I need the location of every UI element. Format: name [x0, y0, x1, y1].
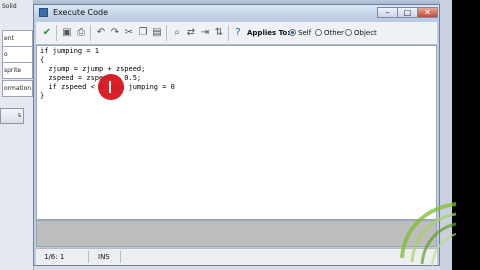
- window-title: Execute Code: [53, 8, 109, 17]
- letterbox-right: [452, 0, 480, 270]
- toolbar-separator: [90, 25, 91, 41]
- background-button[interactable]: s: [0, 108, 24, 124]
- maximize-button[interactable]: □: [397, 7, 418, 18]
- output-pane: [36, 220, 437, 247]
- radio-other-label[interactable]: Other: [324, 27, 344, 39]
- copy-icon[interactable]: ❐: [136, 26, 150, 40]
- radio-self-label[interactable]: Self: [298, 27, 311, 39]
- background-properties-panel: Solid ent o sprite ormation s: [0, 0, 34, 270]
- background-field[interactable]: sprite: [2, 62, 33, 79]
- toolbar-separator: [166, 25, 167, 41]
- background-field[interactable]: ent: [2, 30, 33, 47]
- status-separator: [88, 251, 89, 263]
- redo-icon[interactable]: ↷: [108, 26, 122, 40]
- solid-checkbox-label[interactable]: Solid: [2, 2, 30, 11]
- watermark-logo: [400, 202, 456, 266]
- cursor-position: 1/6: 1: [44, 253, 65, 261]
- radio-other[interactable]: [315, 29, 322, 36]
- help-icon[interactable]: ?: [231, 26, 245, 40]
- toolbar: ✔ ▣ ⎙ ↶ ↷ ✂ ❐ ▤ ⌕ ⇄ ⇥ ⇅ ? Applies To: Se…: [36, 22, 437, 45]
- code-line[interactable]: {: [40, 56, 44, 65]
- radio-object[interactable]: [345, 29, 352, 36]
- toolbar-separator: [228, 25, 229, 41]
- code-line[interactable]: zspeed = zspeed - 0.5;: [40, 74, 141, 83]
- save-icon[interactable]: ▣: [60, 26, 74, 40]
- cut-icon[interactable]: ✂: [122, 26, 136, 40]
- background-field[interactable]: o: [2, 46, 33, 63]
- find-icon[interactable]: ⌕: [170, 26, 184, 40]
- goto-icon[interactable]: ⇅: [212, 26, 226, 40]
- cursor-highlight-marker: [98, 74, 124, 100]
- status-bar: 1/6: 1 INS: [36, 248, 437, 265]
- background-field[interactable]: ormation: [2, 80, 33, 97]
- window-titlebar[interactable]: Execute Code – □ ✕: [34, 5, 439, 21]
- execute-code-window: Execute Code – □ ✕ ✔ ▣ ⎙ ↶ ↷ ✂ ❐ ▤ ⌕ ⇄ ⇥…: [33, 4, 440, 266]
- code-editor[interactable]: if jumping = 1 { zjump = zjump + zspeed;…: [36, 45, 437, 220]
- print-icon[interactable]: ⎙: [74, 26, 88, 40]
- paste-icon[interactable]: ▤: [150, 26, 164, 40]
- toolbar-separator: [56, 25, 57, 41]
- radio-object-label[interactable]: Object: [354, 27, 377, 39]
- code-line[interactable]: zjump = zjump + zspeed;: [40, 65, 145, 74]
- applies-to-label: Applies To:: [247, 29, 291, 37]
- find-next-icon[interactable]: ⇥: [198, 26, 212, 40]
- app-icon: [39, 8, 48, 17]
- minimize-button[interactable]: –: [377, 7, 398, 18]
- check-icon[interactable]: ✔: [40, 26, 54, 40]
- replace-icon[interactable]: ⇄: [184, 26, 198, 40]
- code-line[interactable]: }: [40, 92, 44, 101]
- text-cursor-icon: [109, 81, 111, 93]
- code-line[interactable]: if jumping = 1: [40, 47, 99, 56]
- radio-self[interactable]: [289, 29, 296, 36]
- close-button[interactable]: ✕: [417, 7, 438, 18]
- insert-mode: INS: [98, 253, 110, 261]
- undo-icon[interactable]: ↶: [94, 26, 108, 40]
- status-separator: [120, 251, 121, 263]
